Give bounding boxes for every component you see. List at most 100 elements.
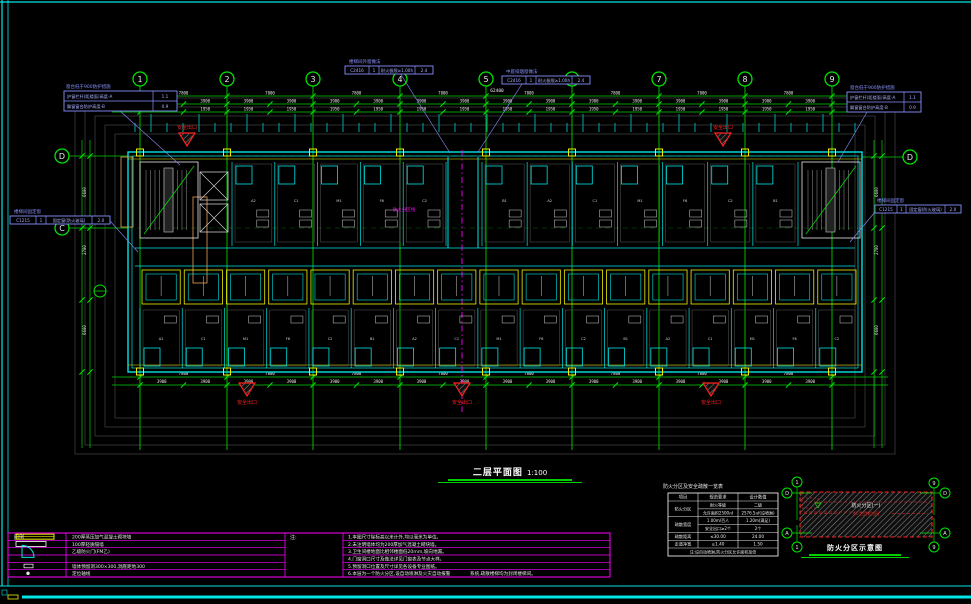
- svg-text:3900: 3900: [373, 99, 383, 104]
- svg-text:2个: 2个: [755, 526, 762, 531]
- svg-text:3900: 3900: [330, 99, 340, 104]
- svg-text:定位轴线: 定位轴线: [72, 570, 91, 577]
- svg-text:3900: 3900: [762, 99, 772, 104]
- svg-text:1950: 1950: [589, 107, 599, 112]
- svg-text:1.50: 1.50: [753, 542, 763, 547]
- svg-text:护窗栏杆(距楼面)高度-A: 护窗栏杆(距楼面)高度-A: [67, 93, 112, 100]
- svg-text:F6: F6: [286, 337, 290, 341]
- svg-text:项目: 项目: [679, 495, 688, 501]
- svg-text:2.未注明墙体均为200厚加气混凝土砌块墙。: 2.未注明墙体均为200厚加气混凝土砌块墙。: [348, 541, 439, 548]
- svg-text:防火分区及安全疏散一览表: 防火分区及安全疏散一览表: [663, 483, 723, 490]
- svg-text:3900: 3900: [287, 379, 297, 384]
- svg-text:1950: 1950: [200, 107, 210, 112]
- svg-text:乙级防火门(FM乙): 乙级防火门(FM乙): [72, 548, 110, 555]
- svg-text:A: A: [785, 531, 789, 537]
- svg-text:3900: 3900: [762, 379, 772, 384]
- exit-marker: 安全出口: [713, 124, 733, 146]
- svg-text:≤30.00: ≤30.00: [710, 534, 726, 539]
- svg-text:7800: 7800: [179, 91, 189, 96]
- svg-text:7800: 7800: [697, 91, 707, 96]
- svg-text:防火分区线: 防火分区线: [393, 206, 416, 213]
- svg-text:M1: M1: [637, 199, 642, 203]
- svg-text:防火分区: 防火分区: [675, 505, 692, 512]
- fire-zone-diagram: 防火分区(一)S=2576.5㎡1D9DA1A9: [782, 477, 950, 552]
- svg-text:9: 9: [932, 481, 935, 487]
- svg-text:B1: B1: [502, 199, 507, 203]
- svg-text:注:设自动喷淋,防火分区允许面积加倍: 注:设自动喷淋,防火分区允许面积加倍: [690, 549, 757, 555]
- svg-text:3.卫生间楼地面比相邻楼面低20mm,坡向地漏。: 3.卫生间楼地面比相邻楼面低20mm,坡向地漏。: [348, 548, 447, 555]
- svg-text:100厚轻质隔墙: 100厚轻质隔墙: [72, 541, 104, 548]
- grid-bubble-col: 5: [479, 72, 493, 86]
- svg-text:3900: 3900: [676, 99, 686, 104]
- title-underline: [448, 479, 572, 481]
- svg-text:B1: B1: [370, 337, 375, 341]
- svg-text:窗台低于900防护措施: 窗台低于900防护措施: [850, 84, 895, 91]
- svg-text:F6: F6: [683, 199, 687, 203]
- grid-bubble-col: 2: [220, 72, 234, 86]
- svg-text:3900: 3900: [805, 379, 815, 384]
- svg-text:护窗栏杆(距楼面)高度-A: 护窗栏杆(距楼面)高度-A: [850, 94, 895, 101]
- dimension-lines: [79, 93, 888, 448]
- grid-bubble-row: D: [903, 150, 917, 164]
- svg-text:C2: C2: [328, 337, 333, 341]
- svg-text:1950: 1950: [417, 107, 427, 112]
- svg-text:C1: C1: [593, 199, 598, 203]
- svg-text:2.4: 2.4: [578, 78, 585, 83]
- svg-text:楼梯间外窗做法: 楼梯间外窗做法: [349, 58, 381, 65]
- svg-text:C2: C2: [422, 199, 427, 203]
- svg-text:1950: 1950: [719, 107, 729, 112]
- svg-text:S=2576.5㎡: S=2576.5㎡: [853, 511, 880, 518]
- floor-plan-canvas: 123456789DCD6240078007800390039001950195…: [0, 0, 971, 604]
- svg-text:24.00: 24.00: [752, 534, 764, 539]
- callout-left: 楼梯间固定窗C12151固定窗(防火玻璃)2.0: [10, 208, 138, 252]
- svg-text:注:: 注:: [290, 534, 297, 541]
- exit-marker: 安全出口: [452, 383, 472, 406]
- svg-text:C: C: [59, 224, 65, 233]
- svg-text:1950: 1950: [373, 107, 383, 112]
- svg-text:1.1: 1.1: [909, 95, 916, 100]
- svg-text:安全出口: 安全出口: [701, 399, 721, 406]
- svg-text:1950: 1950: [287, 107, 297, 112]
- svg-text:3900: 3900: [589, 379, 599, 384]
- fire-diagram-bubble: D: [940, 488, 950, 498]
- svg-text:2700: 2700: [82, 245, 87, 255]
- svg-text:C1: C1: [708, 337, 713, 341]
- svg-text:1.00m/百人: 1.00m/百人: [707, 518, 729, 523]
- svg-text:0.9: 0.9: [162, 104, 169, 109]
- svg-text:1.20m(满足): 1.20m(满足): [746, 517, 770, 523]
- svg-text:楼梯间固定窗: 楼梯间固定窗: [877, 197, 904, 204]
- callout-top-mid-right: 中庭排烟窗做法C24161耐火极限≥1.00h2.4: [478, 68, 590, 152]
- svg-text:6600: 6600: [82, 187, 87, 197]
- svg-text:3900: 3900: [632, 99, 642, 104]
- fire-diagram-bubble: A: [940, 528, 950, 538]
- svg-text:D: D: [785, 491, 789, 497]
- svg-text:C1215: C1215: [16, 218, 30, 223]
- svg-text:耐火极限≥1.00h: 耐火极限≥1.00h: [538, 77, 571, 84]
- svg-text:3900: 3900: [417, 379, 427, 384]
- svg-text:A2: A2: [547, 199, 552, 203]
- svg-text:M1: M1: [243, 337, 248, 341]
- svg-text:1: 1: [40, 218, 43, 223]
- svg-text:3900: 3900: [546, 379, 556, 384]
- svg-text:1950: 1950: [805, 107, 815, 112]
- svg-text:3900: 3900: [460, 99, 470, 104]
- fire-diagram-bubble: D: [782, 488, 792, 498]
- svg-text:系统,疏散楼梯均为封闭楼梯间。: 系统,疏散楼梯均为封闭楼梯间。: [470, 570, 536, 577]
- exit-marker: 安全出口: [701, 383, 721, 406]
- svg-text:7800: 7800: [611, 91, 621, 96]
- svg-text:A: A: [943, 531, 947, 537]
- svg-text:C1: C1: [201, 337, 206, 341]
- svg-text:3900: 3900: [503, 99, 513, 104]
- svg-text:3900: 3900: [157, 379, 167, 384]
- svg-text:1: 1: [795, 480, 798, 486]
- svg-text:9: 9: [932, 545, 935, 551]
- grid-bubble-col: 9: [825, 72, 839, 86]
- svg-text:1950: 1950: [632, 107, 642, 112]
- callout-right: 楼梯间固定窗C12151固定窗(防火玻璃)2.0: [850, 197, 961, 242]
- svg-text:固定窗(防火玻璃): 固定窗(防火玻璃): [53, 217, 86, 224]
- grid-bubble-col: 1: [133, 72, 147, 86]
- callout-boxes: 窗台低于900防护措施护窗栏杆(距楼面)高度-A1.1飘窗窗台防护高度-B0.9…: [10, 58, 961, 252]
- fire-diagram-bubble: 9: [929, 478, 939, 488]
- svg-text:3900: 3900: [503, 379, 513, 384]
- svg-text:2700: 2700: [874, 245, 879, 255]
